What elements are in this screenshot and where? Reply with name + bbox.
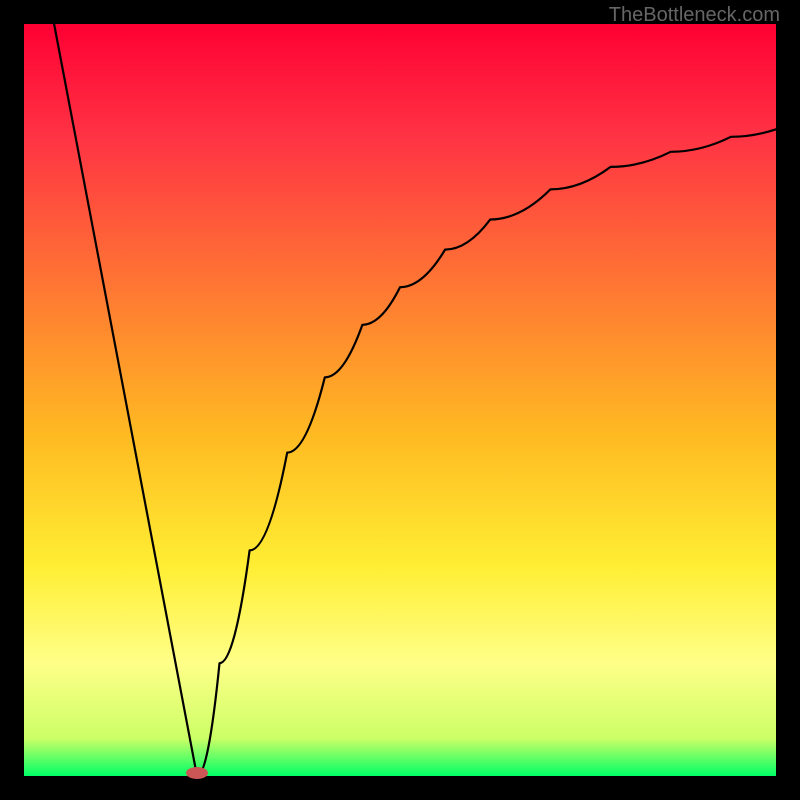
chart-container: TheBottleneck.com [0,0,800,800]
watermark-text: TheBottleneck.com [609,4,780,27]
bottleneck-chart [0,0,800,800]
